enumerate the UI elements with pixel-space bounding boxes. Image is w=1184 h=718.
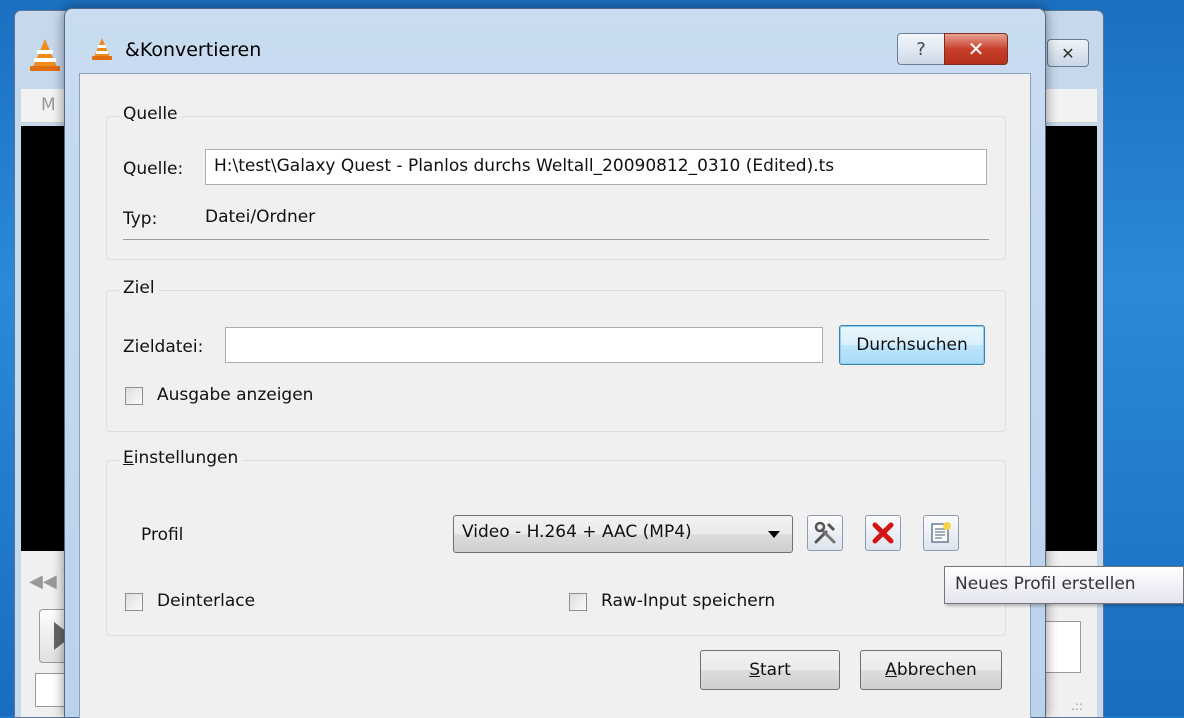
edit-profile-button[interactable] <box>807 515 843 551</box>
source-group-legend: Quelle <box>119 104 182 124</box>
tools-icon <box>814 521 836 544</box>
source-group: Quelle Quelle: H:\test\Galaxy Quest - Pl… <box>106 104 1006 260</box>
target-group: Ziel Zieldatei: Durchsuchen Ausgabe anze… <box>106 278 1006 432</box>
seek-back-icon[interactable]: ◀◀ <box>29 571 57 592</box>
new-profile-button[interactable] <box>923 515 959 551</box>
help-button[interactable]: ? <box>897 33 945 65</box>
raw-input-checkbox[interactable] <box>569 593 587 611</box>
resize-grip-icon[interactable]: .:: <box>1071 699 1083 713</box>
new-profile-icon <box>931 522 951 543</box>
source-label: Quelle: <box>123 159 184 179</box>
dialog-title: &Konvertieren <box>125 39 262 61</box>
cancel-button[interactable]: Abbrechen <box>860 650 1002 690</box>
profile-label: Profil <box>141 525 184 545</box>
settings-group-legend: Einstellungen <box>119 448 243 468</box>
profile-select-value: Video - H.264 + AAC (MP4) <box>462 522 692 542</box>
red-x-icon <box>872 522 894 544</box>
source-path-field[interactable]: H:\test\Galaxy Quest - Planlos durchs We… <box>205 149 987 185</box>
settings-group: Einstellungen Profil Video - H.264 + AAC… <box>106 448 1006 636</box>
convert-dialog: &Konvertieren ? ✕ Quelle Quelle: H:\test… <box>64 8 1046 718</box>
start-button[interactable]: Start <box>700 650 840 690</box>
deinterlace-checkbox[interactable] <box>125 593 143 611</box>
raw-input-label: Raw-Input speichern <box>601 591 776 611</box>
show-output-checkbox[interactable] <box>125 387 143 405</box>
delete-profile-button[interactable] <box>865 515 901 551</box>
type-label: Typ: <box>123 209 158 229</box>
vlc-cone-icon <box>30 39 60 71</box>
target-file-label: Zieldatei: <box>123 337 204 357</box>
new-profile-tooltip: Neues Profil erstellen <box>944 566 1184 604</box>
target-group-legend: Ziel <box>119 278 159 298</box>
volume-box[interactable] <box>1043 621 1081 673</box>
main-window-close-button[interactable]: ✕ <box>1047 39 1089 67</box>
type-value: Datei/Ordner <box>205 207 316 227</box>
dialog-client-area: Quelle Quelle: H:\test\Galaxy Quest - Pl… <box>79 73 1031 718</box>
close-button[interactable]: ✕ <box>944 33 1008 65</box>
browse-button[interactable]: Durchsuchen <box>839 325 985 365</box>
profile-select[interactable]: Video - H.264 + AAC (MP4) <box>453 515 793 553</box>
source-divider <box>123 239 989 240</box>
vlc-cone-icon <box>92 38 112 60</box>
deinterlace-label: Deinterlace <box>157 591 256 611</box>
target-file-field[interactable] <box>225 327 823 363</box>
chevron-down-icon <box>768 531 780 538</box>
show-output-label: Ausgabe anzeigen <box>157 385 314 405</box>
